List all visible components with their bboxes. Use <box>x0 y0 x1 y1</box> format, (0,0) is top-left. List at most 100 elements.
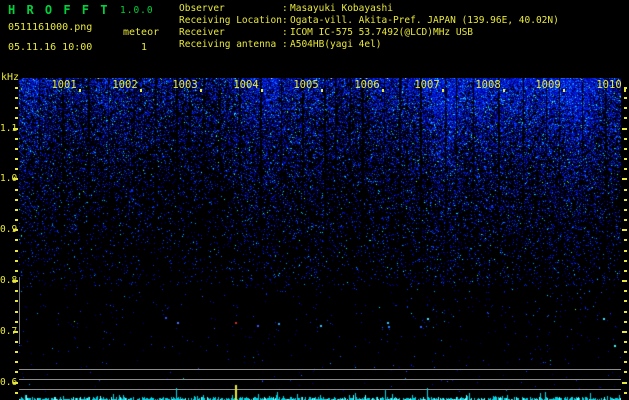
freq-tick-left <box>15 270 18 272</box>
freq-tick-right <box>622 280 627 282</box>
minute-mark <box>624 89 626 92</box>
minute-mark <box>382 89 384 92</box>
freq-label: 0.8 <box>0 275 18 286</box>
freq-tick-left <box>15 97 18 99</box>
freq-tick-right <box>624 189 627 191</box>
freq-tick-right <box>624 250 627 252</box>
time-label: 1002 <box>112 79 138 91</box>
freq-tick-right <box>624 138 627 140</box>
freq-tick-left <box>15 199 18 201</box>
minute-mark <box>200 89 202 92</box>
freq-tick-left <box>15 107 18 109</box>
freq-tick-right <box>624 209 627 211</box>
freq-tick-left <box>15 117 18 119</box>
app-title: H R O F F T <box>8 3 110 17</box>
freq-tick-right <box>624 321 627 323</box>
freq-tick-left <box>15 138 18 140</box>
freq-tick-right <box>624 260 627 262</box>
freq-tick-left <box>15 158 18 160</box>
info-row-observer: Observer: Masayuki Kobayashi <box>179 3 393 15</box>
freq-tick-right <box>624 219 627 221</box>
freq-tick-right <box>624 168 627 170</box>
freq-tick-left <box>15 250 18 252</box>
time-label: 1008 <box>475 79 501 91</box>
freq-tick-right <box>622 382 627 384</box>
info-row-receiver: Receiver: ICOM IC-575 53.7492(@LCD)MHz US… <box>179 27 473 39</box>
freq-tick-right <box>624 341 627 343</box>
freq-tick-left <box>15 290 18 292</box>
freq-label: 0.6 <box>0 377 18 388</box>
freq-tick-left <box>15 311 18 313</box>
info-separator: : <box>282 39 288 50</box>
freq-tick-right <box>624 311 627 313</box>
hrofft-screen: H R O F F T 1.0.0 0511161000.png meteor … <box>0 0 629 400</box>
info-separator: : <box>282 15 288 26</box>
freq-axis-unit: kHz <box>1 72 20 83</box>
spectrogram-canvas <box>19 78 621 392</box>
minute-mark <box>321 89 323 92</box>
freq-tick-left <box>15 260 18 262</box>
freq-tick-right <box>624 199 627 201</box>
info-label: Receiver <box>179 27 225 38</box>
time-label: 1010 <box>596 79 622 91</box>
time-label: 1009 <box>535 79 561 91</box>
freq-label: 0.9 <box>0 224 18 235</box>
minute-mark <box>140 89 142 92</box>
freq-tick-left <box>15 361 18 363</box>
time-label: 1004 <box>233 79 259 91</box>
freq-tick-right <box>624 300 627 302</box>
freq-tick-right <box>624 361 627 363</box>
freq-tick-right <box>624 107 627 109</box>
info-value: Masayuki Kobayashi <box>290 3 393 14</box>
freq-tick-right <box>622 178 627 180</box>
freq-tick-right <box>624 371 627 373</box>
info-label: Receiving antenna <box>179 39 277 50</box>
reference-line-top <box>19 369 621 370</box>
freq-tick-left <box>15 148 18 150</box>
info-value: A504HB(yagi 4el) <box>290 39 382 50</box>
freq-tick-right <box>624 148 627 150</box>
info-separator: : <box>282 3 288 14</box>
minute-mark <box>503 89 505 92</box>
freq-label: 0.7 <box>0 326 18 337</box>
left-edge-marker <box>19 277 20 344</box>
freq-tick-left <box>15 351 18 353</box>
time-label: 1005 <box>293 79 319 91</box>
freq-tick-right <box>624 392 627 394</box>
freq-tick-right <box>624 270 627 272</box>
info-row-antenna: Receiving antenna: A504HB(yagi 4el) <box>179 39 382 51</box>
info-label: Receiving Location <box>179 15 282 26</box>
info-value: Ogata-vill. Akita-Pref. JAPAN (139.96E, … <box>290 15 559 26</box>
freq-tick-right <box>624 117 627 119</box>
freq-label: 1.0 <box>0 173 18 184</box>
minute-mark <box>261 89 263 92</box>
activity-graph-canvas <box>19 378 621 400</box>
freq-tick-left <box>15 239 18 241</box>
time-label: 1001 <box>51 79 77 91</box>
output-filename: 0511161000.png <box>8 22 93 33</box>
freq-tick-right <box>624 158 627 160</box>
freq-label: 1.1 <box>0 123 18 134</box>
minute-mark <box>442 89 444 92</box>
freq-tick-right <box>624 97 627 99</box>
info-label: Observer <box>179 3 225 14</box>
freq-tick-right <box>622 331 627 333</box>
freq-tick-left <box>15 168 18 170</box>
minute-mark <box>563 89 565 92</box>
info-separator: : <box>282 27 288 38</box>
freq-tick-right <box>624 290 627 292</box>
time-label: 1003 <box>172 79 198 91</box>
freq-tick-left <box>15 341 18 343</box>
freq-tick-left <box>15 209 18 211</box>
time-label: 1007 <box>414 79 440 91</box>
meteor-count: 1 <box>141 42 148 53</box>
freq-tick-left <box>15 321 18 323</box>
app-version: 1.0.0 <box>120 5 154 16</box>
freq-tick-left <box>15 300 18 302</box>
time-label: 1006 <box>354 79 380 91</box>
info-value: ICOM IC-575 53.7492(@LCD)MHz USB <box>290 27 474 38</box>
freq-tick-left <box>15 371 18 373</box>
minute-mark <box>79 89 81 92</box>
mode-label: meteor <box>123 27 160 38</box>
datetime-label: 05.11.16 10:00 <box>8 42 93 53</box>
